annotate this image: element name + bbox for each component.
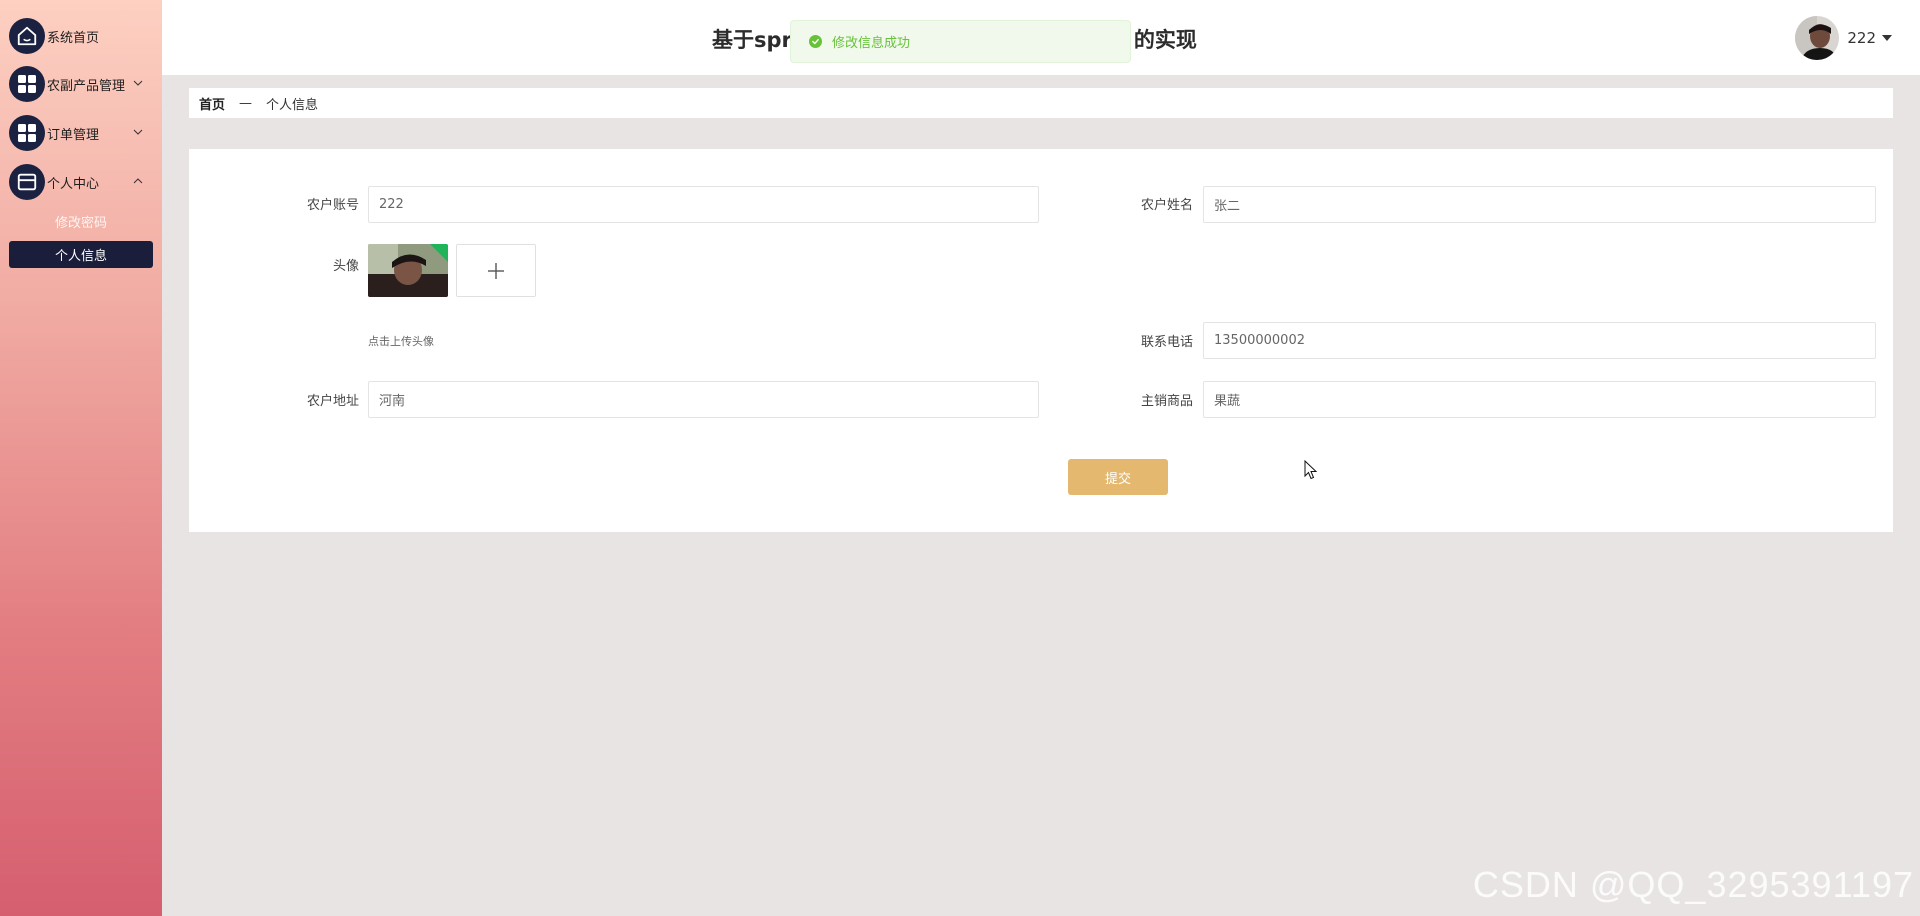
name-label: 农户姓名 xyxy=(1140,198,1193,213)
grid-icon xyxy=(9,115,45,151)
menu-item-personal-center[interactable]: 个人中心 xyxy=(9,162,157,202)
avatar xyxy=(1795,16,1840,60)
product-input[interactable] xyxy=(1203,381,1876,418)
address-label: 农户地址 xyxy=(306,394,359,409)
breadcrumb: 首页 — 个人信息 xyxy=(189,88,1893,118)
success-toast: 修改信息成功 xyxy=(790,20,1131,63)
chevron-up-icon xyxy=(133,178,143,184)
phone-label: 联系电话 xyxy=(1140,335,1193,350)
plus-icon xyxy=(488,262,504,279)
site-title-left: 基于spr xyxy=(712,28,792,52)
address-input[interactable] xyxy=(368,381,1039,418)
menu-item-home[interactable]: 系统首页 xyxy=(9,16,157,56)
sidebar: 系统首页 农副产品管理 订单管理 个人中心 修改密码 个人信息 xyxy=(0,0,162,916)
check-circle-icon xyxy=(809,35,822,48)
breadcrumb-current: 个人信息 xyxy=(266,97,319,113)
watermark: CSDN @QQ_3295391197 xyxy=(1472,864,1914,905)
breadcrumb-separator: — xyxy=(239,95,253,111)
grid-icon xyxy=(9,66,45,102)
menu-item-personal-center-label: 个人中心 xyxy=(47,176,100,192)
user-menu[interactable]: 222 xyxy=(1795,16,1892,60)
menu-item-home-label: 系统首页 xyxy=(47,30,100,46)
home-icon xyxy=(9,18,45,54)
submenu-item-personal-info[interactable]: 个人信息 xyxy=(9,241,153,268)
mouse-cursor-icon xyxy=(1304,460,1318,480)
phone-input[interactable] xyxy=(1203,322,1876,359)
submit-button[interactable]: 提交 xyxy=(1068,459,1168,495)
toast-message: 修改信息成功 xyxy=(832,36,911,51)
avatar-upload-button[interactable] xyxy=(456,244,536,297)
site-title-right: 的实现 xyxy=(1133,28,1197,52)
breadcrumb-home[interactable]: 首页 xyxy=(199,94,225,113)
submenu-item-change-password[interactable]: 修改密码 xyxy=(9,208,153,235)
menu-item-orders[interactable]: 订单管理 xyxy=(9,113,157,153)
card-icon xyxy=(9,164,45,200)
menu-item-orders-label: 订单管理 xyxy=(47,127,100,143)
menu-item-products-label: 农副产品管理 xyxy=(47,78,126,94)
caret-down-icon xyxy=(1882,35,1892,41)
menu-item-products[interactable]: 农副产品管理 xyxy=(9,64,157,104)
product-label: 主销商品 xyxy=(1140,394,1193,409)
chevron-down-icon xyxy=(133,129,143,135)
name-input[interactable] xyxy=(1203,186,1876,223)
avatar-upload-tip: 点击上传头像 xyxy=(368,335,434,348)
account-input[interactable] xyxy=(368,186,1039,223)
account-label: 农户账号 xyxy=(306,198,359,213)
chevron-down-icon xyxy=(133,80,143,86)
avatar-preview[interactable] xyxy=(368,244,448,297)
user-name: 222 xyxy=(1847,29,1876,47)
avatar-label: 头像 xyxy=(332,259,359,274)
profile-form: 农户账号 农户姓名 头像 点击上传头像 联系电话 农户地址 主销商品 提交 xyxy=(189,149,1893,532)
